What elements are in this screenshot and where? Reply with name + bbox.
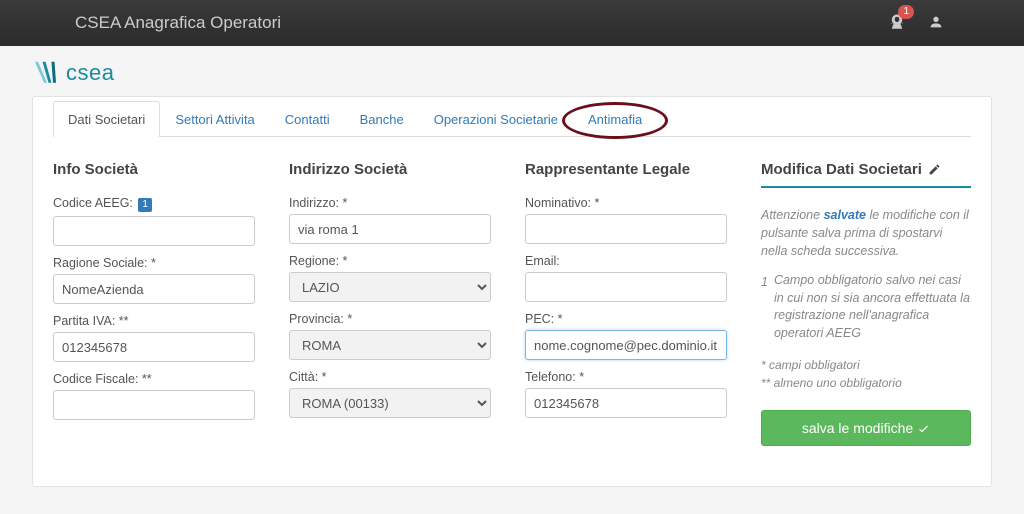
- regione-select[interactable]: LAZIO: [289, 272, 491, 302]
- tab-banche[interactable]: Banche: [345, 101, 419, 137]
- partita-iva-label: Partita IVA: **: [53, 314, 255, 328]
- note-badge: 1: [761, 274, 768, 342]
- attention-text: Attenzione salvate le modifiche con il p…: [761, 206, 971, 260]
- topbar-right: 1: [888, 13, 1004, 34]
- regione-label: Regione: *: [289, 254, 491, 268]
- provincia-label: Provincia: *: [289, 312, 491, 326]
- citta-label: Città: *: [289, 370, 491, 384]
- nominativo-input[interactable]: [525, 214, 727, 244]
- alarm-icon: [888, 19, 906, 34]
- notifications-button[interactable]: 1: [888, 13, 906, 34]
- topbar: CSEA Anagrafica Operatori 1: [0, 0, 1024, 46]
- logo-text: csea: [66, 60, 114, 86]
- col-info-societa: Info Società Codice AEEG: 1 Ragione Soci…: [53, 161, 255, 446]
- pec-label: PEC: *: [525, 312, 727, 326]
- nominativo-label: Nominativo: *: [525, 196, 727, 210]
- partita-iva-input[interactable]: [53, 332, 255, 362]
- email-label: Email:: [525, 254, 727, 268]
- main-panel: Dati Societari Settori Attivita Contatti…: [32, 96, 992, 487]
- pec-input[interactable]: [525, 330, 727, 360]
- provincia-select[interactable]: ROMA: [289, 330, 491, 360]
- col-rappresentante: Rappresentante Legale Nominativo: * Emai…: [525, 161, 727, 446]
- note-text: Campo obbligatorio salvo nei casi in cui…: [774, 272, 971, 342]
- tab-antimafia[interactable]: Antimafia: [573, 101, 657, 137]
- indirizzo-input[interactable]: [289, 214, 491, 244]
- citta-select[interactable]: ROMA (00133): [289, 388, 491, 418]
- ragione-sociale-input[interactable]: [53, 274, 255, 304]
- telefono-label: Telefono: *: [525, 370, 727, 384]
- logo-row: csea: [32, 46, 992, 96]
- tab-antimafia-label: Antimafia: [588, 112, 642, 127]
- note-row: 1 Campo obbligatorio salvo nei casi in c…: [761, 272, 971, 342]
- col-sidebar: Modifica Dati Societari Attenzione salva…: [761, 161, 971, 446]
- user-menu-button[interactable]: [928, 14, 944, 33]
- codice-aeeg-label: Codice AEEG: 1: [53, 196, 255, 212]
- logo: csea: [32, 60, 114, 86]
- sidebar-title: Modifica Dati Societari: [761, 161, 971, 188]
- codice-fiscale-label: Codice Fiscale: **: [53, 372, 255, 386]
- tab-dati-societari[interactable]: Dati Societari: [53, 101, 160, 137]
- check-icon: [917, 422, 930, 435]
- codice-aeeg-badge: 1: [138, 198, 152, 212]
- codice-fiscale-input[interactable]: [53, 390, 255, 420]
- tab-contatti[interactable]: Contatti: [270, 101, 345, 137]
- info-societa-title: Info Società: [53, 161, 255, 178]
- indirizzo-title: Indirizzo Società: [289, 161, 491, 178]
- ragione-sociale-label: Ragione Sociale: *: [53, 256, 255, 270]
- edit-icon: [928, 163, 941, 176]
- notification-badge: 1: [898, 5, 914, 19]
- app-title: CSEA Anagrafica Operatori: [75, 13, 281, 33]
- rappresentante-title: Rappresentante Legale: [525, 161, 727, 178]
- logo-icon: [32, 60, 62, 86]
- telefono-input[interactable]: [525, 388, 727, 418]
- tab-settori-attivita[interactable]: Settori Attivita: [160, 101, 269, 137]
- tabs: Dati Societari Settori Attivita Contatti…: [53, 101, 971, 137]
- legend: * campi obbligatori ** almeno uno obblig…: [761, 356, 971, 392]
- save-button[interactable]: salva le modifiche: [761, 410, 971, 446]
- codice-aeeg-input[interactable]: [53, 216, 255, 246]
- col-indirizzo: Indirizzo Società Indirizzo: * Regione: …: [289, 161, 491, 446]
- email-input[interactable]: [525, 272, 727, 302]
- tab-operazioni-societarie[interactable]: Operazioni Societarie: [419, 101, 573, 137]
- indirizzo-label: Indirizzo: *: [289, 196, 491, 210]
